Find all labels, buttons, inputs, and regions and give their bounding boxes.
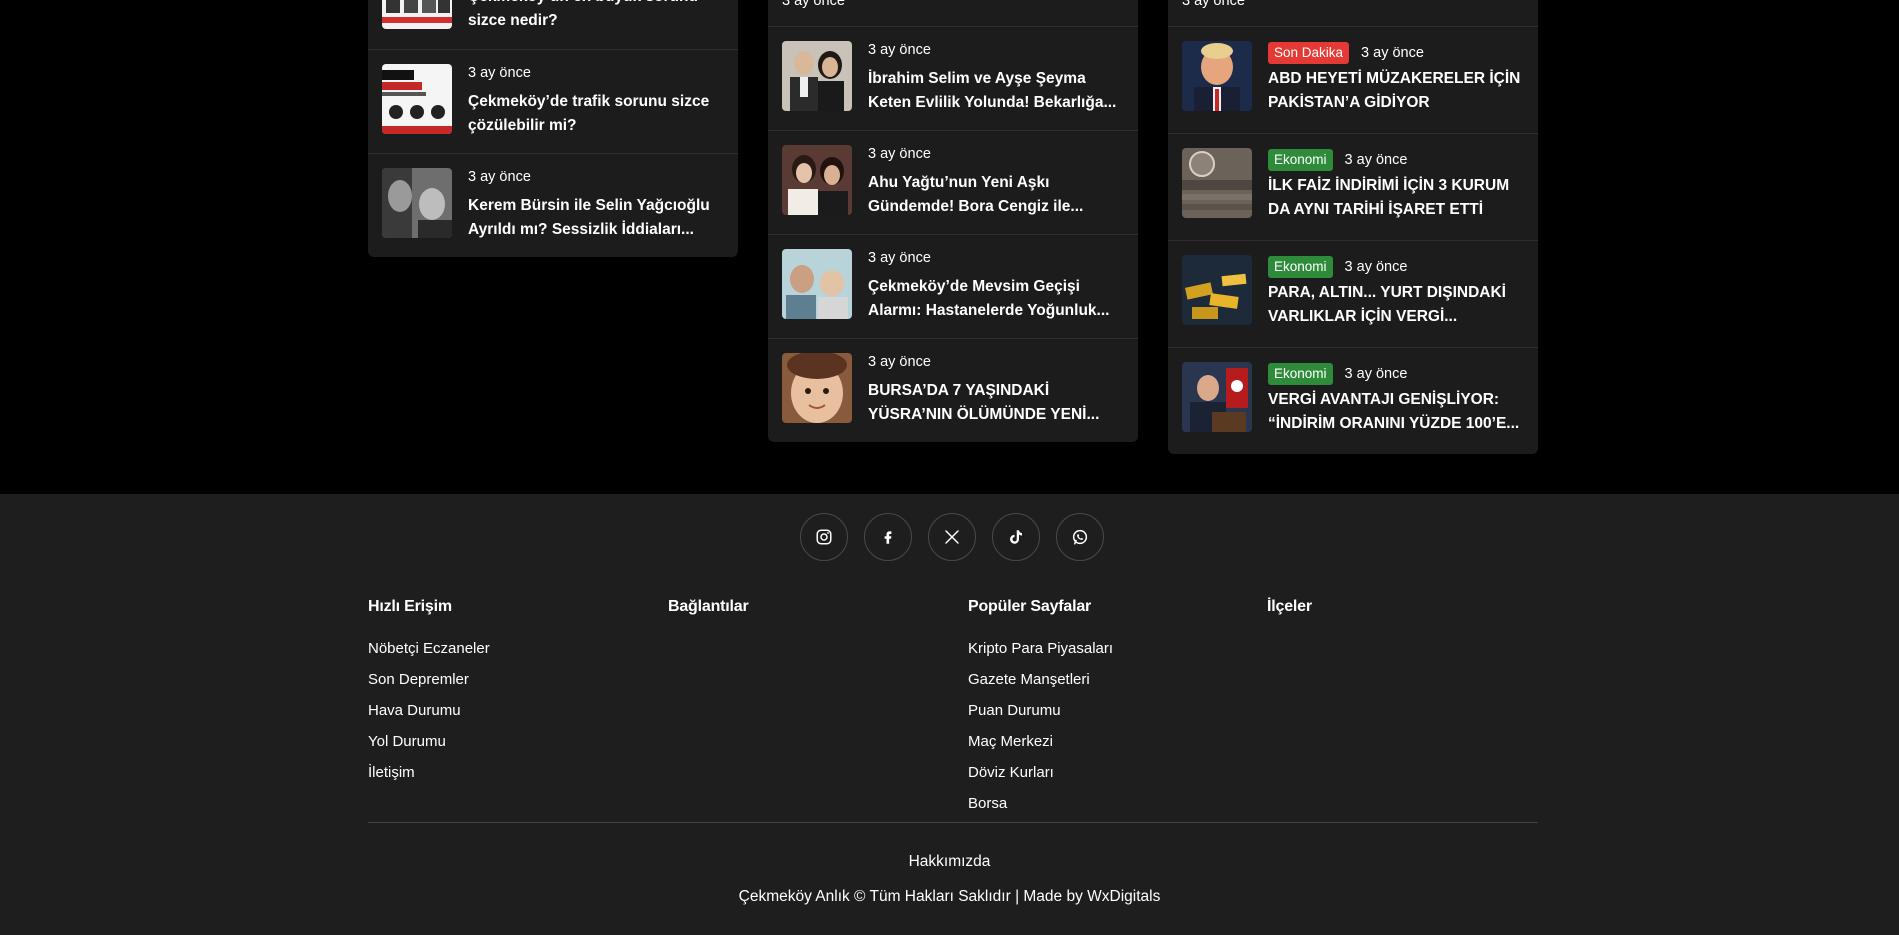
facebook-icon[interactable]	[864, 513, 912, 561]
news-title[interactable]: Çekmeköy’ün en büyük sorunu sizce nedir?	[468, 0, 726, 33]
footer-link[interactable]: Maç Merkezi	[968, 726, 1113, 757]
news-time: 3 ay önce	[1182, 0, 1245, 9]
news-meta: Ekonomi 3 ay önce	[1268, 149, 1407, 171]
copyright-text: Çekmeköy Anlık © Tüm Hakları Saklıdır | …	[738, 888, 1161, 905]
news-item[interactable]: 3 ay önce Çekmeköy’de Mevsim Geçişi Alar…	[768, 234, 1138, 338]
news-thumbnail[interactable]	[1182, 41, 1252, 111]
news-time: 3 ay önce	[468, 169, 531, 185]
news-time: 3 ay önce	[782, 0, 845, 9]
news-meta: Ekonomi 3 ay önce	[1268, 256, 1407, 278]
news-item[interactable]: Ekonomi 3 ay önce İLK FAİZ İNDİRİMİ İÇİN…	[1168, 133, 1538, 237]
news-time: 3 ay önce	[1361, 45, 1424, 61]
footer-link[interactable]: Hava Durumu	[368, 695, 490, 726]
footer-link[interactable]: Döviz Kurları	[968, 757, 1113, 788]
footer-link[interactable]: İletişim	[368, 757, 490, 788]
news-meta: 3 ay önce	[468, 169, 531, 185]
news-item[interactable]: 3 ay önce BURSA’DA 7 YAŞINDAKİ YÜSRA’NIN…	[768, 338, 1138, 442]
news-item[interactable]: 3 ay önce Kerem Bürsin ile Selin Yağcıoğ…	[368, 153, 738, 257]
news-title[interactable]: Çekmeköy’de trafik sorunu sizce çözülebi…	[468, 90, 726, 138]
news-item[interactable]: 3 ay önce İbrahim Selim ve Ayşe Şeyma Ke…	[768, 26, 1138, 130]
footer-link[interactable]: Kripto Para Piyasaları	[968, 633, 1113, 664]
whatsapp-icon[interactable]	[1056, 513, 1104, 561]
news-thumbnail[interactable]	[382, 64, 452, 134]
news-item[interactable]: Ekonomi 3 ay önce VERGİ AVANTAJI GENİŞLİ…	[1168, 347, 1538, 451]
news-thumbnail[interactable]	[1182, 255, 1252, 325]
news-time: 3 ay önce	[868, 354, 931, 370]
news-time: 3 ay önce	[1344, 366, 1408, 382]
site-footer: Hızlı Erişim Nöbetçi Eczaneler Son Depre…	[0, 494, 1899, 935]
news-time: 3 ay önce	[1344, 259, 1408, 275]
news-meta: 3 ay önce	[468, 65, 531, 81]
news-meta: 3 ay önce	[868, 354, 931, 370]
news-item[interactable]: Ekonomi 3 ay önce PARA, ALTIN... YURT DI…	[1168, 240, 1538, 344]
news-item[interactable]: Çekmeköy’ün en büyük sorunu sizce nedir?	[368, 0, 738, 49]
news-title[interactable]: Ahu Yağtu’nun Yeni Aşkı Gündemde! Bora C…	[868, 171, 1126, 219]
news-thumbnail[interactable]	[782, 249, 852, 319]
category-badge[interactable]: Ekonomi	[1268, 256, 1333, 278]
footer-link[interactable]: Gazete Manşetleri	[968, 664, 1113, 695]
footer-link[interactable]: Son Depremler	[368, 664, 490, 695]
news-time: 3 ay önce	[868, 146, 931, 162]
news-title[interactable]: BURSA’DA 7 YAŞINDAKİ YÜSRA’NIN ÖLÜMÜNDE …	[868, 379, 1126, 427]
news-thumbnail[interactable]	[382, 168, 452, 238]
instagram-icon[interactable]	[800, 513, 848, 561]
news-meta: 3 ay önce	[868, 250, 931, 266]
news-column-1: Çekmeköy’ün en büyük sorunu sizce nedir?…	[368, 0, 738, 257]
news-meta: 3 ay önce	[868, 42, 931, 58]
news-item[interactable]: 3 ay önce Çekmeköy’de trafik sorunu sizc…	[368, 49, 738, 153]
news-thumbnail[interactable]	[782, 41, 852, 111]
news-thumbnail[interactable]	[782, 145, 852, 215]
footer-link[interactable]: Yol Durumu	[368, 726, 490, 757]
news-item[interactable]: Son Dakika 3 ay önce ABD HEYETİ MÜZAKERE…	[1168, 26, 1538, 130]
category-badge[interactable]: Ekonomi	[1268, 363, 1333, 385]
news-title[interactable]: Kerem Bürsin ile Selin Yağcıoğlu Ayrıldı…	[468, 194, 726, 242]
footer-heading: Popüler Sayfalar	[968, 598, 1092, 615]
news-section: Çekmeköy’ün en büyük sorunu sizce nedir?…	[0, 0, 1899, 494]
x-twitter-icon[interactable]	[928, 513, 976, 561]
news-item[interactable]: 3 ay önce Ahu Yağtu’nun Yeni Aşkı Gündem…	[768, 130, 1138, 234]
news-meta: Son Dakika 3 ay önce	[1268, 42, 1424, 64]
footer-column-quick-access: Hızlı Erişim Nöbetçi Eczaneler Son Depre…	[368, 598, 490, 788]
news-title[interactable]: İLK FAİZ İNDİRİMİ İÇİN 3 KURUM DA AYNI T…	[1268, 174, 1526, 222]
news-title[interactable]: VERGİ AVANTAJI GENİŞLİYOR: “İNDİRİM ORAN…	[1268, 388, 1526, 436]
news-title[interactable]: İbrahim Selim ve Ayşe Şeyma Keten Evlili…	[868, 67, 1126, 115]
news-title[interactable]: PARA, ALTIN... YURT DIŞINDAKİ VARLIKLAR …	[1268, 281, 1526, 329]
news-thumbnail[interactable]	[1182, 148, 1252, 218]
news-column-3: 3 ay önce Son Dakika 3 ay önce ABD HEYET…	[1168, 0, 1538, 454]
about-link[interactable]: Hakkımızda	[0, 853, 1899, 871]
footer-link[interactable]: Nöbetçi Eczaneler	[368, 633, 490, 664]
footer-column-links: Bağlantılar	[668, 598, 749, 633]
news-time: 3 ay önce	[1344, 152, 1408, 168]
footer-column-popular: Popüler Sayfalar Kripto Para Piyasaları …	[968, 598, 1113, 819]
footer-column-districts: İlçeler	[1267, 598, 1312, 633]
news-column-2: 3 ay önce 3 ay önce İbrahim Selim ve Ayş…	[768, 0, 1138, 442]
tiktok-icon[interactable]	[992, 513, 1040, 561]
social-links	[800, 513, 1104, 561]
category-badge[interactable]: Ekonomi	[1268, 149, 1333, 171]
news-time: 3 ay önce	[868, 250, 931, 266]
footer-heading: İlçeler	[1267, 598, 1312, 615]
footer-link[interactable]: Borsa	[968, 788, 1113, 819]
news-title[interactable]: Çekmeköy’de Mevsim Geçişi Alarmı: Hastan…	[868, 275, 1126, 323]
news-time: 3 ay önce	[468, 65, 531, 81]
category-badge[interactable]: Son Dakika	[1268, 42, 1350, 64]
footer-divider	[368, 822, 1538, 823]
footer-heading: Hızlı Erişim	[368, 598, 452, 615]
news-meta: 3 ay önce	[868, 146, 931, 162]
footer-heading: Bağlantılar	[668, 598, 749, 615]
news-time: 3 ay önce	[868, 42, 931, 58]
news-thumbnail[interactable]	[782, 353, 852, 423]
news-title[interactable]: ABD HEYETİ MÜZAKERELER İÇİN PAKİSTAN’A G…	[1268, 67, 1526, 115]
news-meta: Ekonomi 3 ay önce	[1268, 363, 1407, 385]
footer-link[interactable]: Puan Durumu	[968, 695, 1113, 726]
news-thumbnail[interactable]	[382, 0, 452, 29]
news-thumbnail[interactable]	[1182, 362, 1252, 432]
